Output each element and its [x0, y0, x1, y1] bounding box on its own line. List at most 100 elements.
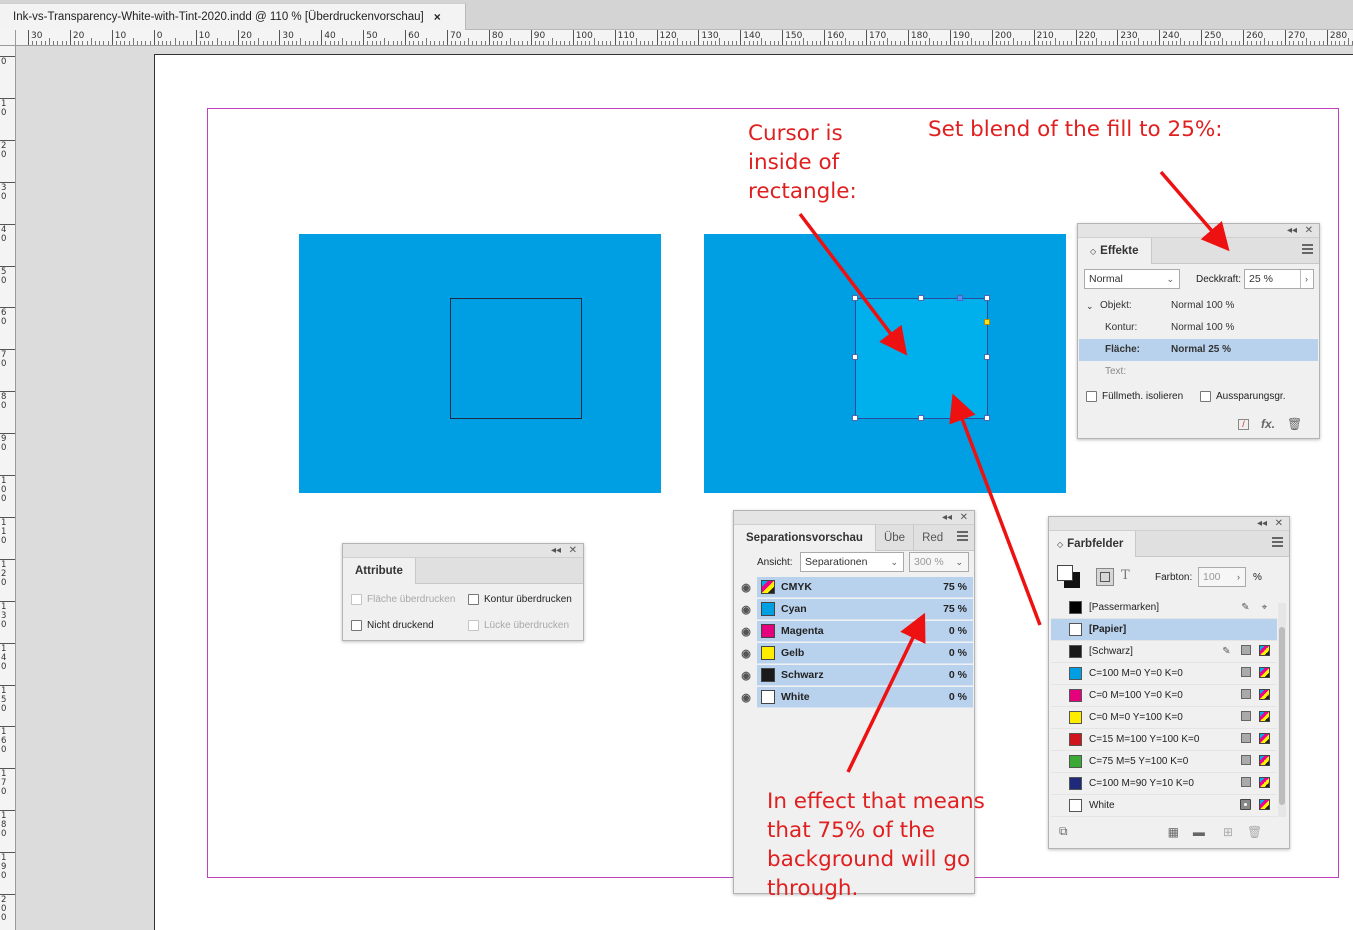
chevron-right-icon[interactable]: ›: [1300, 270, 1308, 288]
knockout-group-checkbox[interactable]: Aussparungsgr.: [1200, 391, 1286, 402]
clear-effects-icon[interactable]: /: [1238, 418, 1249, 430]
new-color-group-icon[interactable]: ▦: [1168, 825, 1179, 839]
eye-icon[interactable]: ◉: [735, 603, 757, 616]
tab-swatches[interactable]: ◇ Farbfelder: [1049, 531, 1137, 557]
selection-handle[interactable]: [852, 295, 858, 301]
view-select[interactable]: Separationen ⌄: [800, 552, 904, 572]
tint-input[interactable]: 100 ›: [1198, 567, 1246, 587]
effects-panel[interactable]: ◂◂ ✕ ◇ Effekte Normal ⌄ Deckkraft: 25 % › ⌄…: [1077, 223, 1320, 439]
panel-header[interactable]: ◂◂ ✕: [734, 511, 974, 525]
selection-handle[interactable]: [852, 415, 858, 421]
inner-frame-right-selected[interactable]: [855, 298, 988, 419]
inner-frame-left[interactable]: [450, 298, 582, 419]
swatch-row[interactable]: [Schwarz] ✎: [1051, 641, 1277, 663]
container-format-icon[interactable]: [1096, 568, 1114, 586]
fill-stroke-icon[interactable]: [1057, 565, 1081, 589]
tab-overprint[interactable]: Übe: [876, 525, 915, 551]
text-format-icon[interactable]: T: [1121, 568, 1130, 583]
selection-handle[interactable]: [957, 295, 963, 301]
swatch-row[interactable]: [Passermarken] ✎ ⌖: [1051, 597, 1277, 619]
fx-icon[interactable]: fx.: [1261, 417, 1275, 431]
close-icon[interactable]: ✕: [1275, 517, 1283, 531]
ink-row[interactable]: ◉ Magenta 0 %: [735, 620, 973, 642]
ink-row[interactable]: ◉ CMYK 75 %: [735, 576, 973, 598]
collapse-icon[interactable]: ◂◂: [1287, 224, 1297, 238]
scrollbar-thumb[interactable]: [1279, 627, 1285, 805]
effect-row-stroke[interactable]: Kontur: Normal 100 %: [1079, 317, 1318, 339]
panel-menu-icon[interactable]: [957, 531, 968, 541]
swatch-row[interactable]: C=75 M=5 Y=100 K=0: [1051, 751, 1277, 773]
selection-handle[interactable]: [918, 415, 924, 421]
eye-icon[interactable]: ◉: [735, 647, 757, 660]
selection-handle[interactable]: [984, 415, 990, 421]
tab-attributes[interactable]: Attribute: [343, 558, 416, 584]
attributes-panel[interactable]: ◂◂ ✕ Attribute Fläche überdrucken Kontur…: [342, 543, 584, 641]
close-icon[interactable]: ✕: [1305, 224, 1313, 238]
ink-row[interactable]: ◉ White 0 %: [735, 686, 973, 708]
corner-options-handle[interactable]: [984, 319, 990, 325]
isolate-blending-checkbox[interactable]: Füllmeth. isolieren: [1086, 391, 1183, 402]
stroke-overprint-checkbox[interactable]: Kontur überdrucken: [468, 594, 572, 605]
collapse-icon[interactable]: ◂◂: [1257, 517, 1267, 531]
eye-icon[interactable]: ◉: [735, 625, 757, 638]
ruler-label: 190: [952, 31, 970, 41]
effect-row-object[interactable]: ⌄ Objekt: Normal 100 %: [1079, 295, 1318, 317]
panel-menu-icon[interactable]: [1272, 537, 1283, 547]
checkbox[interactable]: [351, 620, 362, 631]
opacity-input[interactable]: 25 % ›: [1244, 269, 1314, 289]
panel-menu-icon[interactable]: [1302, 244, 1313, 254]
panel-header[interactable]: ◂◂ ✕: [343, 544, 583, 558]
trash-icon[interactable]: 🗑: [1287, 417, 1302, 431]
horizontal-ruler[interactable]: 30 20 10 0 10 20 30 40 50 60 70 80 90 100 110 120 130 140…: [16, 30, 1353, 46]
ink-row[interactable]: ◉ Gelb 0 %: [735, 642, 973, 664]
swatches-panel[interactable]: ◂◂ ✕ ◇ Farbfelder T Farbton: 100 › % [Pass…: [1048, 516, 1290, 849]
ruler-label: 160: [827, 31, 845, 41]
swatch-row[interactable]: C=0 M=0 Y=100 K=0: [1051, 707, 1277, 729]
panel-header[interactable]: ◂◂ ✕: [1078, 224, 1319, 238]
collapse-icon[interactable]: ◂◂: [942, 511, 952, 525]
swatch-row[interactable]: C=100 M=90 Y=10 K=0: [1051, 773, 1277, 795]
close-icon[interactable]: ✕: [569, 544, 577, 558]
document-tab[interactable]: Ink-vs-Transparency-White-with-Tint-2020…: [0, 3, 466, 30]
folder-icon[interactable]: ▬: [1193, 825, 1205, 839]
vertical-ruler[interactable]: 0 10 20 30 40 50 60 70 80 90 100 110 120 130 140 150 160…: [0, 46, 16, 930]
selection-handle[interactable]: [984, 295, 990, 301]
close-icon[interactable]: ✕: [960, 511, 968, 525]
selection-handle[interactable]: [984, 354, 990, 360]
swatch-row[interactable]: [Papier]: [1051, 619, 1277, 641]
panel-header[interactable]: ◂◂ ✕: [1049, 517, 1289, 531]
effect-row-fill[interactable]: Fläche: Normal 25 %: [1079, 339, 1318, 361]
trash-icon[interactable]: 🗑: [1247, 825, 1262, 839]
swatch-row[interactable]: C=15 M=100 Y=100 K=0: [1051, 729, 1277, 751]
selection-handle[interactable]: [918, 295, 924, 301]
collapse-icon[interactable]: ◂◂: [551, 544, 561, 558]
eye-icon[interactable]: ◉: [735, 691, 757, 704]
ruler-tick: [472, 41, 474, 45]
swatch-color: [1069, 689, 1082, 702]
blend-mode-select[interactable]: Normal ⌄: [1084, 269, 1180, 289]
ruler-origin[interactable]: [0, 30, 16, 46]
ink-row[interactable]: ◉ Schwarz 0 %: [735, 664, 973, 686]
nonprinting-checkbox[interactable]: Nicht druckend: [351, 620, 434, 631]
tab-separations[interactable]: Separationsvorschau: [734, 525, 876, 551]
eye-icon[interactable]: ◉: [735, 669, 757, 682]
swatch-row[interactable]: C=0 M=100 Y=0 K=0: [1051, 685, 1277, 707]
checkbox[interactable]: [1086, 391, 1097, 402]
eye-icon[interactable]: ◉: [735, 581, 757, 594]
ruler-tick: [652, 41, 654, 45]
ink-row[interactable]: ◉ Cyan 75 %: [735, 598, 973, 620]
tab-effects[interactable]: ◇ Effekte: [1078, 238, 1152, 264]
swatch-row[interactable]: C=100 M=0 Y=0 K=0: [1051, 663, 1277, 685]
chevron-down-icon[interactable]: ⌄: [1086, 295, 1094, 317]
close-icon[interactable]: ×: [434, 10, 441, 24]
checkbox[interactable]: [468, 594, 479, 605]
tab-reduction[interactable]: Red: [914, 525, 951, 551]
scrollbar[interactable]: [1278, 603, 1286, 817]
chevron-right-icon[interactable]: ›: [1237, 568, 1240, 586]
selection-handle[interactable]: [852, 354, 858, 360]
checkbox[interactable]: [1200, 391, 1211, 402]
effect-row-text[interactable]: Text:: [1079, 361, 1318, 383]
new-swatch-icon[interactable]: ⊞: [1223, 825, 1233, 839]
swatch-row[interactable]: White: [1051, 795, 1277, 817]
show-swatch-kinds-icon[interactable]: ⧉: [1059, 824, 1068, 839]
